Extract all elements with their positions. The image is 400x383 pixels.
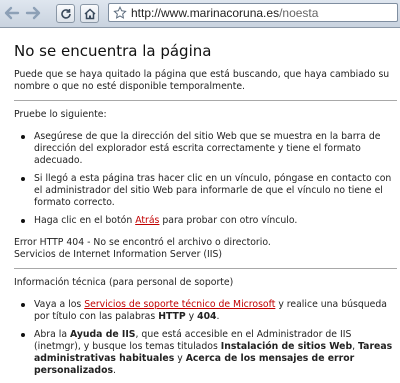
list-item: Si llegó a esta página tras hacer clic e… [21,173,397,209]
intro-text: Puede que se haya quitado la página que … [14,69,390,92]
list-item: Haga clic en el botón Atrás para probar … [21,215,397,227]
list-item: Abra la Ayuda de IIS, que está accesible… [21,329,397,377]
error-page-content: No se encuentra la página Puede que se h… [14,42,397,383]
error-code-text: Error HTTP 404 - No se encontró el archi… [14,237,271,248]
list-item: Vaya a los Servicios de soporte técnico … [21,299,397,323]
back-link[interactable]: Atrás [135,215,159,226]
tech-heading: Información técnica (para personal de so… [14,277,234,288]
try-heading: Pruebe lo siguiente: [14,109,107,120]
url-path: /noesta [279,6,319,20]
reload-icon[interactable] [56,4,75,23]
divider [14,100,397,101]
server-text: Servicios de Internet Information Server… [14,249,223,260]
home-icon[interactable] [80,4,99,23]
address-bar[interactable]: http://www.marinacoruna.es/noesta [108,3,398,22]
list-item: Asegúrese de que la dirección del sitio … [21,131,397,167]
back-arrow-icon[interactable] [3,4,21,22]
forward-arrow-icon[interactable] [24,4,42,22]
url-domain: http://www.marinacoruna.es [131,6,280,20]
bookmark-star-icon[interactable] [113,6,127,20]
tips-list: Asegúrese de que la dirección del sitio … [14,131,397,227]
error-info: Error HTTP 404 - No se encontró el archi… [14,237,397,261]
browser-toolbar: http://www.marinacoruna.es/noesta [0,0,400,28]
tech-list: Vaya a los Servicios de soporte técnico … [14,299,397,377]
support-services-link[interactable]: Servicios de soporte técnico de Microsof… [84,299,275,310]
page-title: No se encuentra la página [14,42,212,60]
divider [14,268,397,269]
